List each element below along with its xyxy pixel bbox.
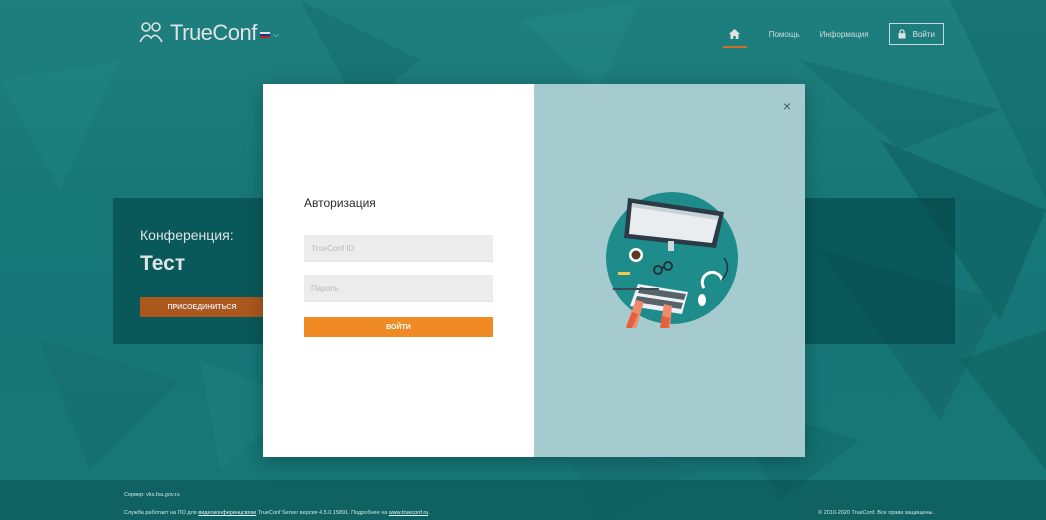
close-icon[interactable]: × <box>783 99 791 113</box>
auth-title: Авторизация <box>304 196 376 210</box>
workspace-illustration <box>606 192 738 328</box>
password-field[interactable] <box>304 275 493 302</box>
trueconf-id-field[interactable] <box>304 235 493 262</box>
trueconf-site-link[interactable]: www.trueconf.ru <box>389 510 428 516</box>
about-service: Служба работает на ПО для видеоконференц… <box>124 510 430 516</box>
about-suffix: . <box>428 510 430 516</box>
copyright: © 2010-2020 TrueConf. Все права защищены… <box>818 510 934 516</box>
about-mid: TrueConf Server версия 4.5.0.15891. Подр… <box>256 510 389 516</box>
auth-modal: Авторизация ВОЙТИ × <box>263 84 805 457</box>
about-prefix: Служба работает на ПО для <box>124 510 199 516</box>
server-address: Сервер: vks.fsa.gov.ru <box>124 492 180 498</box>
footer: Сервер: vks.fsa.gov.ru Служба работает н… <box>0 480 1046 520</box>
auth-form: Авторизация ВОЙТИ <box>263 84 534 457</box>
videoconferencing-link[interactable]: видеоконференцсвязи <box>198 510 256 516</box>
login-submit-button[interactable]: ВОЙТИ <box>304 317 493 337</box>
auth-illustration-panel: × <box>534 84 805 457</box>
